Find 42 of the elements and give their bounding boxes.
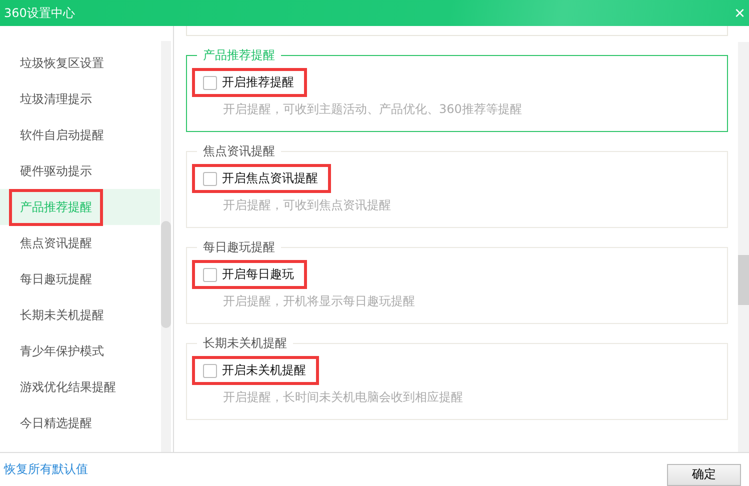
sidebar-item-label: 垃圾恢复区设置 xyxy=(19,54,105,72)
sidebar-item[interactable]: 每日趣玩提醒 xyxy=(0,261,160,297)
option-description: 开启提醒，可收到主题活动、产品优化、360推荐等提醒 xyxy=(223,101,522,118)
sidebar-item-label: 垃圾清理提示 xyxy=(19,90,93,108)
ok-button[interactable]: 确定 xyxy=(667,464,741,486)
sidebar-item[interactable]: 青少年保护模式 xyxy=(0,333,160,369)
option-description: 开启提醒，可收到焦点资讯提醒 xyxy=(223,197,391,214)
group-title: 长期未关机提醒 xyxy=(197,335,293,352)
option-description: 开启提醒，开机将显示每日趣玩提醒 xyxy=(223,293,415,310)
scrollbar-thumb[interactable] xyxy=(738,255,749,305)
restore-defaults-link[interactable]: 恢复所有默认值 xyxy=(4,461,88,478)
group-title: 产品推荐提醒 xyxy=(197,47,281,64)
checkbox-option[interactable]: 开启推荐提醒 xyxy=(192,68,307,97)
sidebar-item[interactable]: 长期未关机提醒 xyxy=(0,297,160,333)
checkbox[interactable] xyxy=(203,268,217,282)
checkbox[interactable] xyxy=(203,364,217,378)
window-title: 360设置中心 xyxy=(4,4,75,22)
sidebar-item[interactable]: 焦点资讯提醒 xyxy=(0,225,160,261)
scrollbar-thumb[interactable] xyxy=(161,221,171,328)
sidebar-item-label: 游戏优化结果提醒 xyxy=(19,378,117,396)
sidebar-item-label: 今日精选提醒 xyxy=(19,414,93,432)
checkbox-option[interactable]: 开启未关机提醒 xyxy=(192,356,319,385)
group-title: 焦点资讯提醒 xyxy=(197,143,281,160)
checkbox[interactable] xyxy=(203,76,217,90)
sidebar-item[interactable]: 游戏优化结果提醒 xyxy=(0,369,160,405)
sidebar-item-label: 硬件驱动提示 xyxy=(19,162,93,180)
checkbox[interactable] xyxy=(203,172,217,186)
sidebar-item[interactable]: 硬件驱动提示 xyxy=(0,153,160,189)
sidebar-item[interactable]: 今日精选提醒 xyxy=(0,405,160,441)
sidebar-item-label: 焦点资讯提醒 xyxy=(19,234,93,252)
option-description: 开启提醒，长时间未关机电脑会收到相应提醒 xyxy=(223,389,463,406)
sidebar-item-label: 每日趣玩提醒 xyxy=(19,270,93,288)
sidebar-item[interactable]: 垃圾清理提示 xyxy=(0,81,160,117)
sidebar-item-label: 软件自启动提醒 xyxy=(19,126,105,144)
sidebar-item-label: 长期未关机提醒 xyxy=(19,306,105,324)
sidebar-item[interactable]: 软件自启动提醒 xyxy=(0,117,160,153)
sidebar-item-label: 产品推荐提醒 xyxy=(9,188,103,226)
sidebar-item-label: 青少年保护模式 xyxy=(19,342,105,360)
group-title: 每日趣玩提醒 xyxy=(197,239,281,256)
checkbox-option[interactable]: 开启焦点资讯提醒 xyxy=(192,164,331,193)
checkbox-option[interactable]: 开启每日趣玩 xyxy=(192,260,307,289)
sidebar-item[interactable]: 垃圾恢复区设置 xyxy=(0,45,160,81)
